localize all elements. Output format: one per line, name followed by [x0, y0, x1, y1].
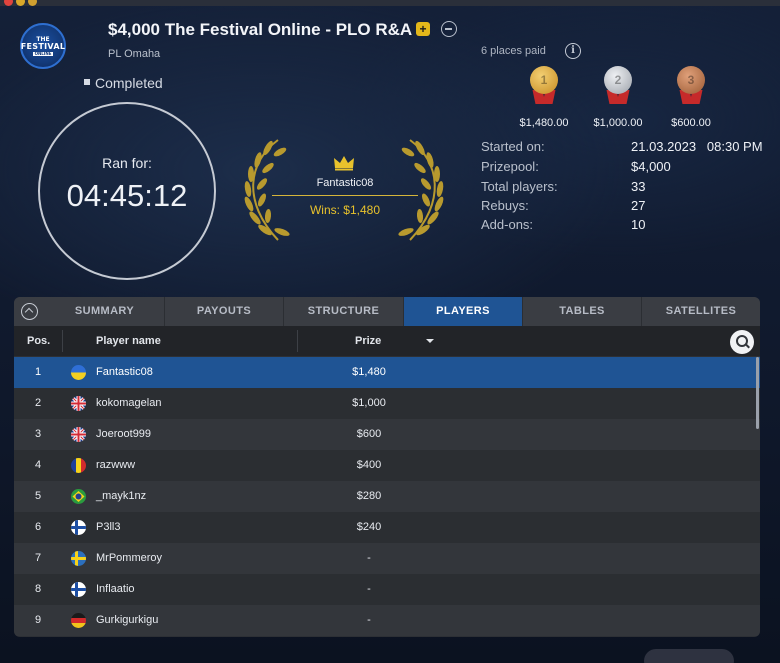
table-row[interactable]: 4 razwww $400: [14, 450, 760, 481]
winner-divider: [272, 195, 418, 196]
table-row[interactable]: 7 MrPommeroy -: [14, 543, 760, 574]
player-name-column-header[interactable]: Player name: [96, 335, 161, 347]
finland-flag-icon: [71, 520, 86, 535]
places-paid: 6 places paid: [481, 45, 546, 57]
rebuys-value: 27: [631, 198, 646, 213]
tab-structure[interactable]: STRUCTURE: [283, 297, 403, 326]
prizepool-value: $4,000: [631, 159, 671, 174]
third-prize: $600.00: [671, 117, 711, 129]
ran-for-label: Ran for:: [102, 155, 152, 171]
ran-for-value: 04:45:12: [66, 178, 188, 213]
ukraine-flag-icon: [71, 365, 86, 380]
tab-summary[interactable]: SUMMARY: [45, 297, 164, 326]
crown-icon: [334, 156, 354, 171]
players-table-header: Pos. Player name Prize: [14, 326, 760, 356]
first-prize: $1,480.00: [519, 117, 569, 129]
sweden-flag-icon: [71, 551, 86, 566]
search-icon[interactable]: [730, 330, 754, 354]
table-row[interactable]: 1 Fantastic08 $1,480: [14, 357, 760, 388]
festival-logo: THE FESTIVAL ONLINE: [20, 23, 66, 69]
tournament-status: Completed: [84, 75, 163, 91]
minimize-window-icon[interactable]: [16, 0, 25, 6]
prize-column-header[interactable]: Prize: [355, 335, 381, 347]
started-on-value: 21.03.2023 08:30 PM: [631, 139, 763, 154]
total-players-label: Total players:: [481, 179, 558, 194]
tournament-title: $4,000 The Festival Online - PLO R&A: [108, 20, 413, 39]
prizepool-label: Prizepool:: [481, 159, 539, 174]
maximize-window-icon[interactable]: [28, 0, 37, 6]
rebuys-label: Rebuys:: [481, 198, 529, 213]
table-row[interactable]: 9 Gurkigurkigu -: [14, 605, 760, 636]
tournament-lobby-panel: SUMMARY PAYOUTS STRUCTURE PLAYERS TABLES…: [14, 297, 760, 637]
total-players-value: 33: [631, 179, 646, 194]
players-table-body: 1 Fantastic08 $1,480 2 kokomagelan $1,00…: [14, 357, 760, 636]
gold-medal-icon: 1: [529, 66, 559, 106]
sort-descending-icon[interactable]: [426, 339, 434, 343]
close-window-icon[interactable]: [4, 0, 13, 6]
tab-players[interactable]: PLAYERS: [403, 297, 522, 326]
table-row[interactable]: 6 P3ll3 $240: [14, 512, 760, 543]
tab-tables[interactable]: TABLES: [522, 297, 641, 326]
collapse-icon[interactable]: [21, 303, 38, 320]
table-row[interactable]: 8 Inflaatio -: [14, 574, 760, 605]
laurel-wreath-icon: [244, 139, 444, 241]
lobby-tabs: SUMMARY PAYOUTS STRUCTURE PLAYERS TABLES…: [14, 297, 760, 326]
second-prize: $1,000.00: [593, 117, 643, 129]
minimize-lobby-icon[interactable]: [441, 21, 457, 37]
winner-winnings: Wins: $1,480: [309, 203, 381, 217]
winner-name: Fantastic08: [316, 177, 374, 189]
table-row[interactable]: 3 Joeroot999 $600: [14, 419, 760, 450]
started-on-label: Started on:: [481, 139, 545, 154]
bottom-action-button[interactable]: [644, 649, 734, 663]
tab-payouts[interactable]: PAYOUTS: [164, 297, 283, 326]
germany-flag-icon: [71, 613, 86, 628]
game-type: PL Omaha: [108, 48, 161, 60]
players-scrollbar[interactable]: [756, 357, 759, 429]
tab-satellites[interactable]: SATELLITES: [641, 297, 760, 326]
table-row[interactable]: 5 _mayk1nz $280: [14, 481, 760, 512]
united-kingdom-flag-icon: [71, 396, 86, 411]
add-favorite-icon[interactable]: +: [416, 22, 430, 36]
finland-flag-icon: [71, 582, 86, 597]
united-kingdom-flag-icon: [71, 427, 86, 442]
addons-value: 10: [631, 217, 646, 232]
status-square-icon: [84, 79, 90, 86]
table-row[interactable]: 2 kokomagelan $1,000: [14, 388, 760, 419]
bronze-medal-icon: 3: [676, 66, 706, 106]
romania-flag-icon: [71, 458, 86, 473]
window-titlebar: [0, 0, 780, 6]
info-icon[interactable]: i: [565, 43, 581, 59]
pos-column-header[interactable]: Pos.: [27, 335, 50, 347]
addons-label: Add-ons:: [481, 217, 534, 232]
brazil-flag-icon: [71, 489, 86, 504]
silver-medal-icon: 2: [603, 66, 633, 106]
